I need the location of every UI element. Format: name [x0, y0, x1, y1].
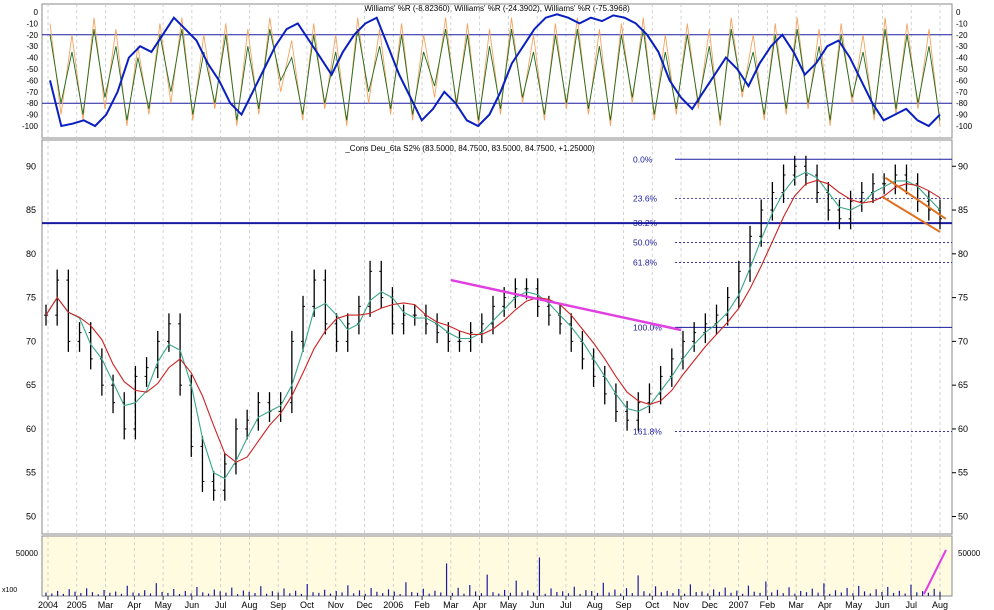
price-y-tick-label-right: 85 [958, 205, 968, 215]
x-tick-label: Mar [98, 600, 114, 610]
williams-y-tick-label-left: -20 [26, 31, 38, 40]
chart-root: Williams' %R (-8.82360), Williams' %R (-… [0, 0, 994, 610]
x-tick-label: 2005 [67, 600, 87, 610]
price-y-tick-label-right: 60 [958, 424, 968, 434]
x-tick-label: Aug [932, 600, 948, 610]
x-tick-label: Feb [760, 600, 776, 610]
x-tick-label: Jul [215, 600, 227, 610]
price-y-tick-label-left: 50 [26, 511, 36, 521]
williams-y-tick-label-left: -10 [26, 19, 38, 28]
williams-y-tick-label-left: -90 [26, 111, 38, 120]
x-tick-label: Nov [328, 600, 345, 610]
williams-y-tick-label-left: -60 [26, 76, 38, 85]
williams-y-tick-label-left: -40 [26, 54, 38, 63]
price-y-tick-label-right: 90 [958, 161, 968, 171]
price-y-tick-label-right: 65 [958, 380, 968, 390]
williams-y-tick-label-left: -80 [26, 99, 38, 108]
price-y-tick-label-left: 80 [26, 249, 36, 259]
price-title: _Cons Deu_6ta S2% (83.5000, 84.7500, 83.… [344, 144, 595, 153]
fibonacci-label: 0.0% [633, 154, 653, 164]
x-tick-label: Jul [560, 600, 572, 610]
price-panel-bg [41, 139, 953, 535]
price-y-tick-label-right: 55 [958, 468, 968, 478]
x-tick-label: Jun [875, 600, 890, 610]
williams-y-tick-label-left: -30 [26, 42, 38, 51]
x-tick-label: 2004 [38, 600, 58, 610]
x-tick-label: Dec [702, 600, 719, 610]
williams-y-tick-label-right: -60 [956, 76, 968, 85]
williams-panel: Williams' %R (-8.82360), Williams' %R (-… [22, 3, 973, 139]
x-tick-label: Apr [473, 600, 487, 610]
price-y-tick-label-left: 60 [26, 424, 36, 434]
williams-y-tick-label-right: -40 [956, 54, 968, 63]
price-y-tick-label-right: 70 [958, 336, 968, 346]
x-tick-label: 2007 [729, 600, 749, 610]
williams-y-tick-label-left: -100 [22, 122, 39, 131]
x-tick-label: 2006 [383, 600, 403, 610]
williams-y-tick-label-left: -70 [26, 88, 38, 97]
price-y-tick-label-left: 55 [26, 468, 36, 478]
williams-y-tick-label-left: -50 [26, 65, 38, 74]
price-y-tick-label-left: 65 [26, 380, 36, 390]
williams-y-tick-label-right: -20 [956, 31, 968, 40]
x-tick-label: Oct [300, 600, 315, 610]
price-y-tick-label-right: 50 [958, 511, 968, 521]
x-tick-label: Sep [615, 600, 631, 610]
price-y-tick-label-left: 90 [26, 161, 36, 171]
williams-title: Williams' %R (-8.82360), Williams' %R (-… [364, 4, 630, 13]
williams-y-tick-label-right: -30 [956, 42, 968, 51]
williams-panel-bg [41, 3, 953, 139]
fibonacci-label: 50.0% [633, 237, 658, 247]
x-tick-label: Mar [443, 600, 459, 610]
price-y-tick-label-right: 80 [958, 249, 968, 259]
price-panel: _Cons Deu_6ta S2% (83.5000, 84.7500, 83.… [26, 139, 968, 535]
volume-y-tick-label-right: 50000 [958, 549, 981, 558]
volume-panel: 50000 50000 x100 [2, 535, 981, 597]
williams-y-tick-label-right: -100 [956, 122, 973, 131]
x-tick-label: Mar [788, 600, 804, 610]
williams-y-tick-label-left: 0 [34, 8, 39, 17]
x-tick-label: Apr [818, 600, 832, 610]
fibonacci-label: 61.8% [633, 258, 658, 268]
x-tick-label: Aug [241, 600, 257, 610]
x-tick-label: Oct [645, 600, 660, 610]
volume-panel-bg [41, 535, 953, 597]
williams-y-tick-label-right: -80 [956, 99, 968, 108]
x-tick-label: Aug [587, 600, 603, 610]
x-tick-label: Nov [673, 600, 690, 610]
price-y-tick-label-left: 75 [26, 293, 36, 303]
williams-y-tick-label-right: -70 [956, 88, 968, 97]
price-y-tick-label-left: 70 [26, 336, 36, 346]
x-tick-label: May [845, 600, 863, 610]
williams-y-tick-label-right: -90 [956, 111, 968, 120]
williams-y-tick-label-right: -50 [956, 65, 968, 74]
x-tick-label: Jun [185, 600, 200, 610]
x-tick-label: May [155, 600, 173, 610]
volume-unit-label: x100 [2, 587, 17, 594]
fibonacci-label: 161.8% [633, 427, 662, 437]
price-y-tick-label-right: 75 [958, 293, 968, 303]
fibonacci-label: 23.6% [633, 194, 658, 204]
williams-y-tick-label-right: -10 [956, 19, 968, 28]
x-tick-label: Feb [414, 600, 430, 610]
x-tick-label: Jun [530, 600, 545, 610]
x-tick-label: Jul [905, 600, 917, 610]
x-tick-label: Dec [357, 600, 374, 610]
volume-y-tick-label-left: 50000 [16, 549, 39, 558]
x-tick-label: May [500, 600, 518, 610]
williams-y-tick-label-right: 0 [956, 8, 961, 17]
x-tick-label: Apr [127, 600, 141, 610]
price-y-tick-label-left: 85 [26, 205, 36, 215]
x-tick-label: Sep [270, 600, 286, 610]
